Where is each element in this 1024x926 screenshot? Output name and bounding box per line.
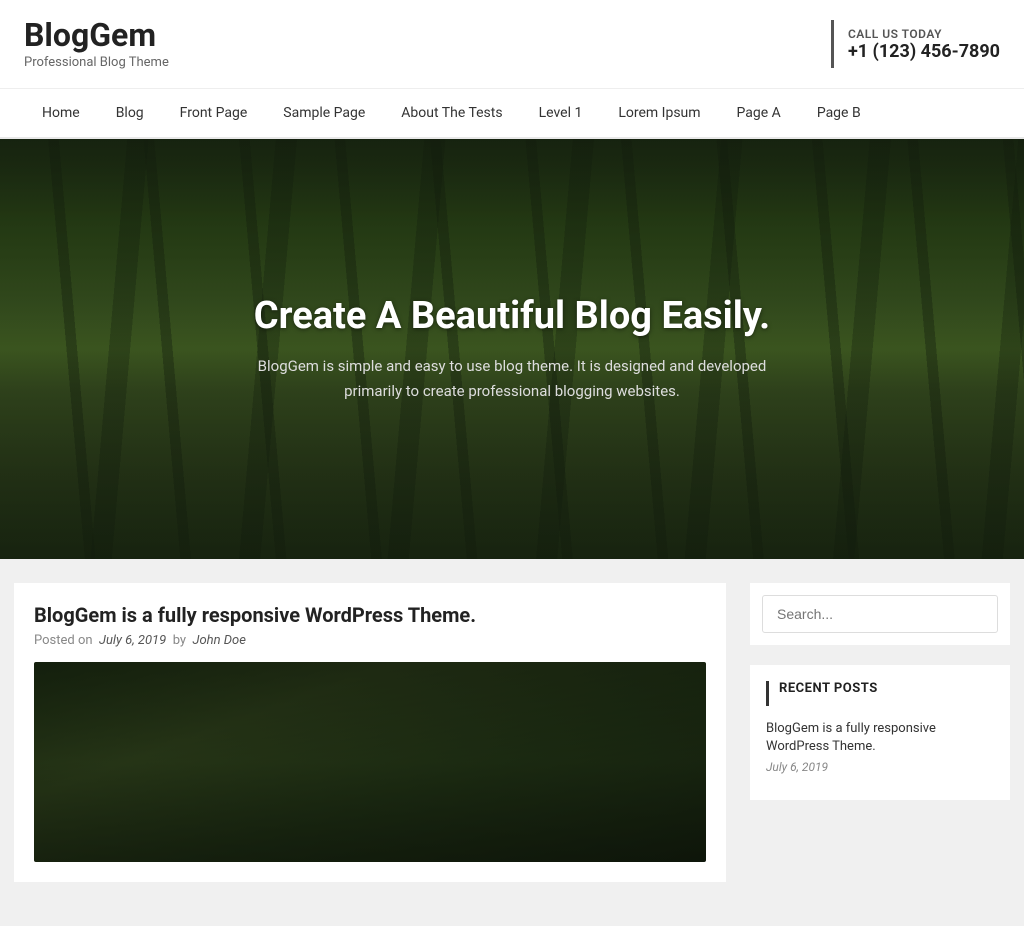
- nav-item-level1[interactable]: Level 1: [521, 89, 601, 137]
- nav-link-home[interactable]: Home: [24, 89, 98, 137]
- main-container: BlogGem is a fully responsive WordPress …: [2, 559, 1022, 926]
- nav-link-page-b[interactable]: Page B: [799, 89, 879, 137]
- site-title: BlogGem: [24, 18, 169, 53]
- nav-item-sample-page[interactable]: Sample Page: [265, 89, 383, 137]
- nav-item-lorem[interactable]: Lorem Ipsum: [600, 89, 718, 137]
- search-input[interactable]: [762, 595, 998, 633]
- hero-title: Create A Beautiful Blog Easily.: [254, 294, 770, 338]
- nav-item-home[interactable]: Home: [24, 89, 98, 137]
- nav-item-front-page[interactable]: Front Page: [162, 89, 266, 137]
- nav-link-blog[interactable]: Blog: [98, 89, 162, 137]
- logo-area: BlogGem Professional Blog Theme: [24, 18, 169, 70]
- nav-item-page-a[interactable]: Page A: [719, 89, 799, 137]
- search-widget: [750, 583, 1010, 645]
- contact-label: CALL US TODAY: [848, 27, 1000, 41]
- article-card: BlogGem is a fully responsive WordPress …: [14, 583, 726, 882]
- contact-divider: [831, 20, 834, 68]
- nav-link-lorem[interactable]: Lorem Ipsum: [600, 89, 718, 137]
- main-nav: Home Blog Front Page Sample Page About T…: [0, 89, 1024, 139]
- contact-area: CALL US TODAY +1 (123) 456-7890: [831, 20, 1000, 68]
- meta-author: John Doe: [193, 633, 246, 648]
- content-area: BlogGem is a fully responsive WordPress …: [14, 583, 726, 902]
- nav-link-level1[interactable]: Level 1: [521, 89, 601, 137]
- nav-link-page-a[interactable]: Page A: [719, 89, 799, 137]
- sidebar: RECENT POSTS BlogGem is a fully responsi…: [750, 583, 1010, 902]
- recent-post-item: BlogGem is a fully responsive WordPress …: [766, 720, 994, 773]
- article-meta: Posted on July 6, 2019 by John Doe: [34, 633, 706, 648]
- recent-posts-widget: RECENT POSTS BlogGem is a fully responsi…: [750, 665, 1010, 799]
- hero-section: Create A Beautiful Blog Easily. BlogGem …: [0, 139, 1024, 559]
- site-subtitle: Professional Blog Theme: [24, 55, 169, 70]
- hero-background: Create A Beautiful Blog Easily. BlogGem …: [0, 139, 1024, 559]
- article-image: [34, 662, 706, 862]
- meta-date: July 6, 2019: [99, 633, 166, 648]
- recent-post-title[interactable]: BlogGem is a fully responsive WordPress …: [766, 720, 994, 756]
- article-title: BlogGem is a fully responsive WordPress …: [34, 603, 706, 627]
- meta-by: by: [173, 633, 186, 648]
- contact-text: CALL US TODAY +1 (123) 456-7890: [848, 27, 1000, 62]
- nav-item-page-b[interactable]: Page B: [799, 89, 879, 137]
- nav-list: Home Blog Front Page Sample Page About T…: [24, 89, 1000, 137]
- contact-phone: +1 (123) 456-7890: [848, 41, 1000, 62]
- recent-posts-title: RECENT POSTS: [766, 681, 994, 706]
- site-header: BlogGem Professional Blog Theme CALL US …: [0, 0, 1024, 89]
- nav-item-blog[interactable]: Blog: [98, 89, 162, 137]
- nav-link-front-page[interactable]: Front Page: [162, 89, 266, 137]
- nav-link-sample-page[interactable]: Sample Page: [265, 89, 383, 137]
- recent-post-date: July 6, 2019: [766, 760, 994, 774]
- nav-item-about[interactable]: About The Tests: [383, 89, 520, 137]
- nav-link-about[interactable]: About The Tests: [383, 89, 520, 137]
- hero-description: BlogGem is simple and easy to use blog t…: [242, 354, 782, 405]
- meta-posted-on: Posted on: [34, 633, 93, 648]
